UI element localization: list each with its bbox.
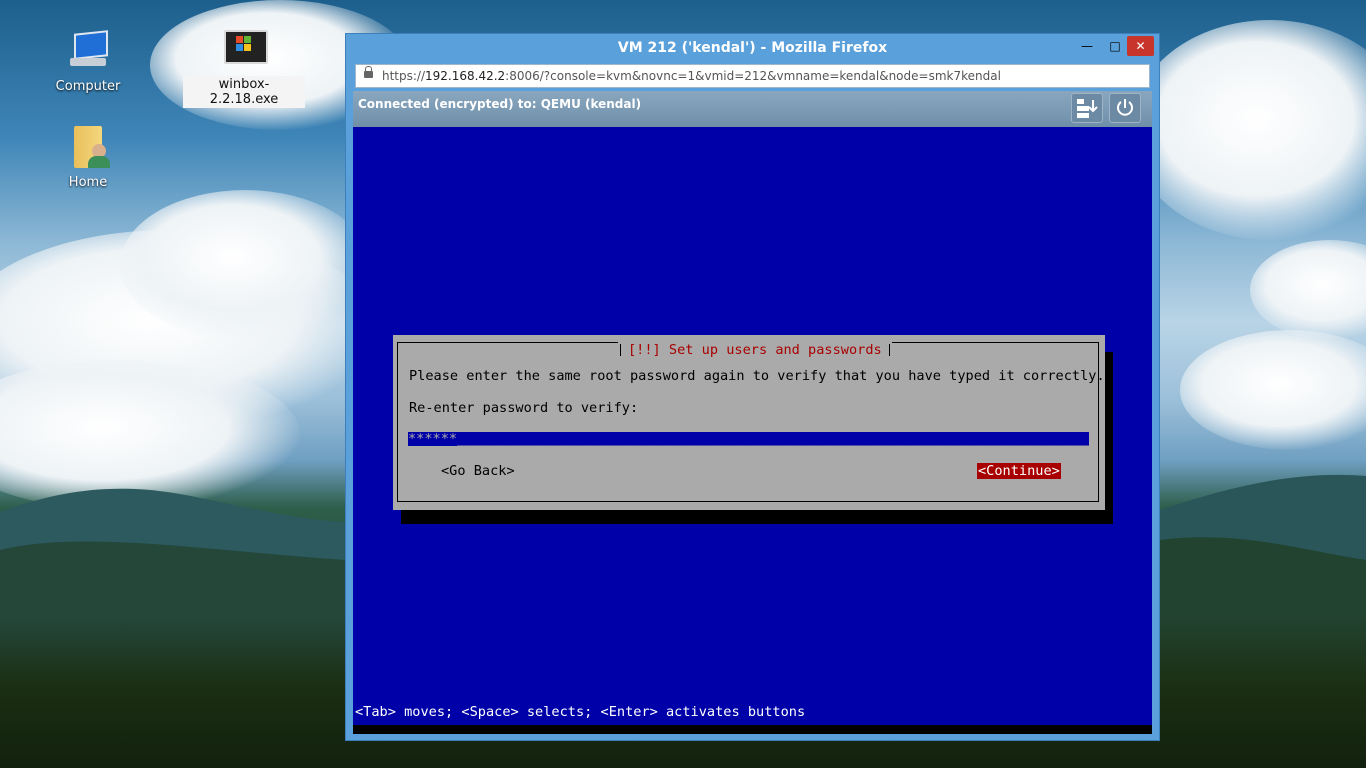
- desktop-icon-label: winbox-2.2.18.exe: [183, 76, 305, 108]
- password-prompt: Re-enter password to verify:: [409, 400, 639, 416]
- connection-status: Connected (encrypted) to: QEMU (kendal): [358, 97, 642, 111]
- send-keys-icon: [1077, 99, 1098, 118]
- password-input[interactable]: ******__________________________________…: [408, 432, 1089, 446]
- dialog-message: Please enter the same root password agai…: [409, 368, 1105, 384]
- maximize-icon: □: [1109, 39, 1121, 53]
- desktop-icon-winbox[interactable]: winbox-2.2.18.exe: [183, 28, 305, 108]
- computer-icon: [66, 30, 110, 74]
- home-folder-icon: [66, 126, 110, 170]
- console-bottom-bar: [353, 725, 1152, 734]
- desktop-icon-computer[interactable]: Computer: [43, 30, 133, 95]
- firefox-window: VM 212 ('kendal') - Mozilla Firefox — □ …: [345, 33, 1160, 741]
- windows-exe-icon: [222, 28, 268, 72]
- power-button[interactable]: [1109, 93, 1141, 123]
- url-bar[interactable]: https://192.168.42.2:8006/?console=kvm&n…: [355, 64, 1150, 88]
- desktop-icon-label: Computer: [55, 79, 121, 94]
- continue-button[interactable]: <Continue>: [977, 463, 1061, 479]
- installer-dialog: [!!] Set up users and passwords Please e…: [393, 335, 1105, 510]
- send-keys-button[interactable]: [1071, 93, 1103, 123]
- minimize-button[interactable]: —: [1076, 36, 1098, 56]
- go-back-button[interactable]: <Go Back>: [441, 463, 515, 479]
- lock-icon: [364, 66, 373, 78]
- help-line: <Tab> moves; <Space> selects; <Enter> ac…: [355, 704, 806, 720]
- power-icon: [1117, 99, 1133, 116]
- novnc-control-bar: Connected (encrypted) to: QEMU (kendal): [353, 91, 1152, 127]
- password-value: ******: [408, 432, 458, 446]
- maximize-button[interactable]: □: [1104, 36, 1126, 56]
- close-icon: ✕: [1135, 39, 1146, 53]
- window-title: VM 212 ('kendal') - Mozilla Firefox: [617, 40, 888, 56]
- dialog-title: [!!] Set up users and passwords: [618, 342, 892, 358]
- close-button[interactable]: ✕: [1127, 36, 1154, 56]
- window-titlebar[interactable]: VM 212 ('kendal') - Mozilla Firefox — □ …: [346, 34, 1159, 62]
- desktop-icon-home[interactable]: Home: [43, 126, 133, 191]
- minimize-icon: —: [1081, 39, 1093, 53]
- url-text: https://192.168.42.2:8006/?console=kvm&n…: [382, 69, 1001, 83]
- desktop-icon-label: Home: [68, 175, 108, 190]
- vnc-console[interactable]: [!!] Set up users and passwords Please e…: [353, 127, 1152, 734]
